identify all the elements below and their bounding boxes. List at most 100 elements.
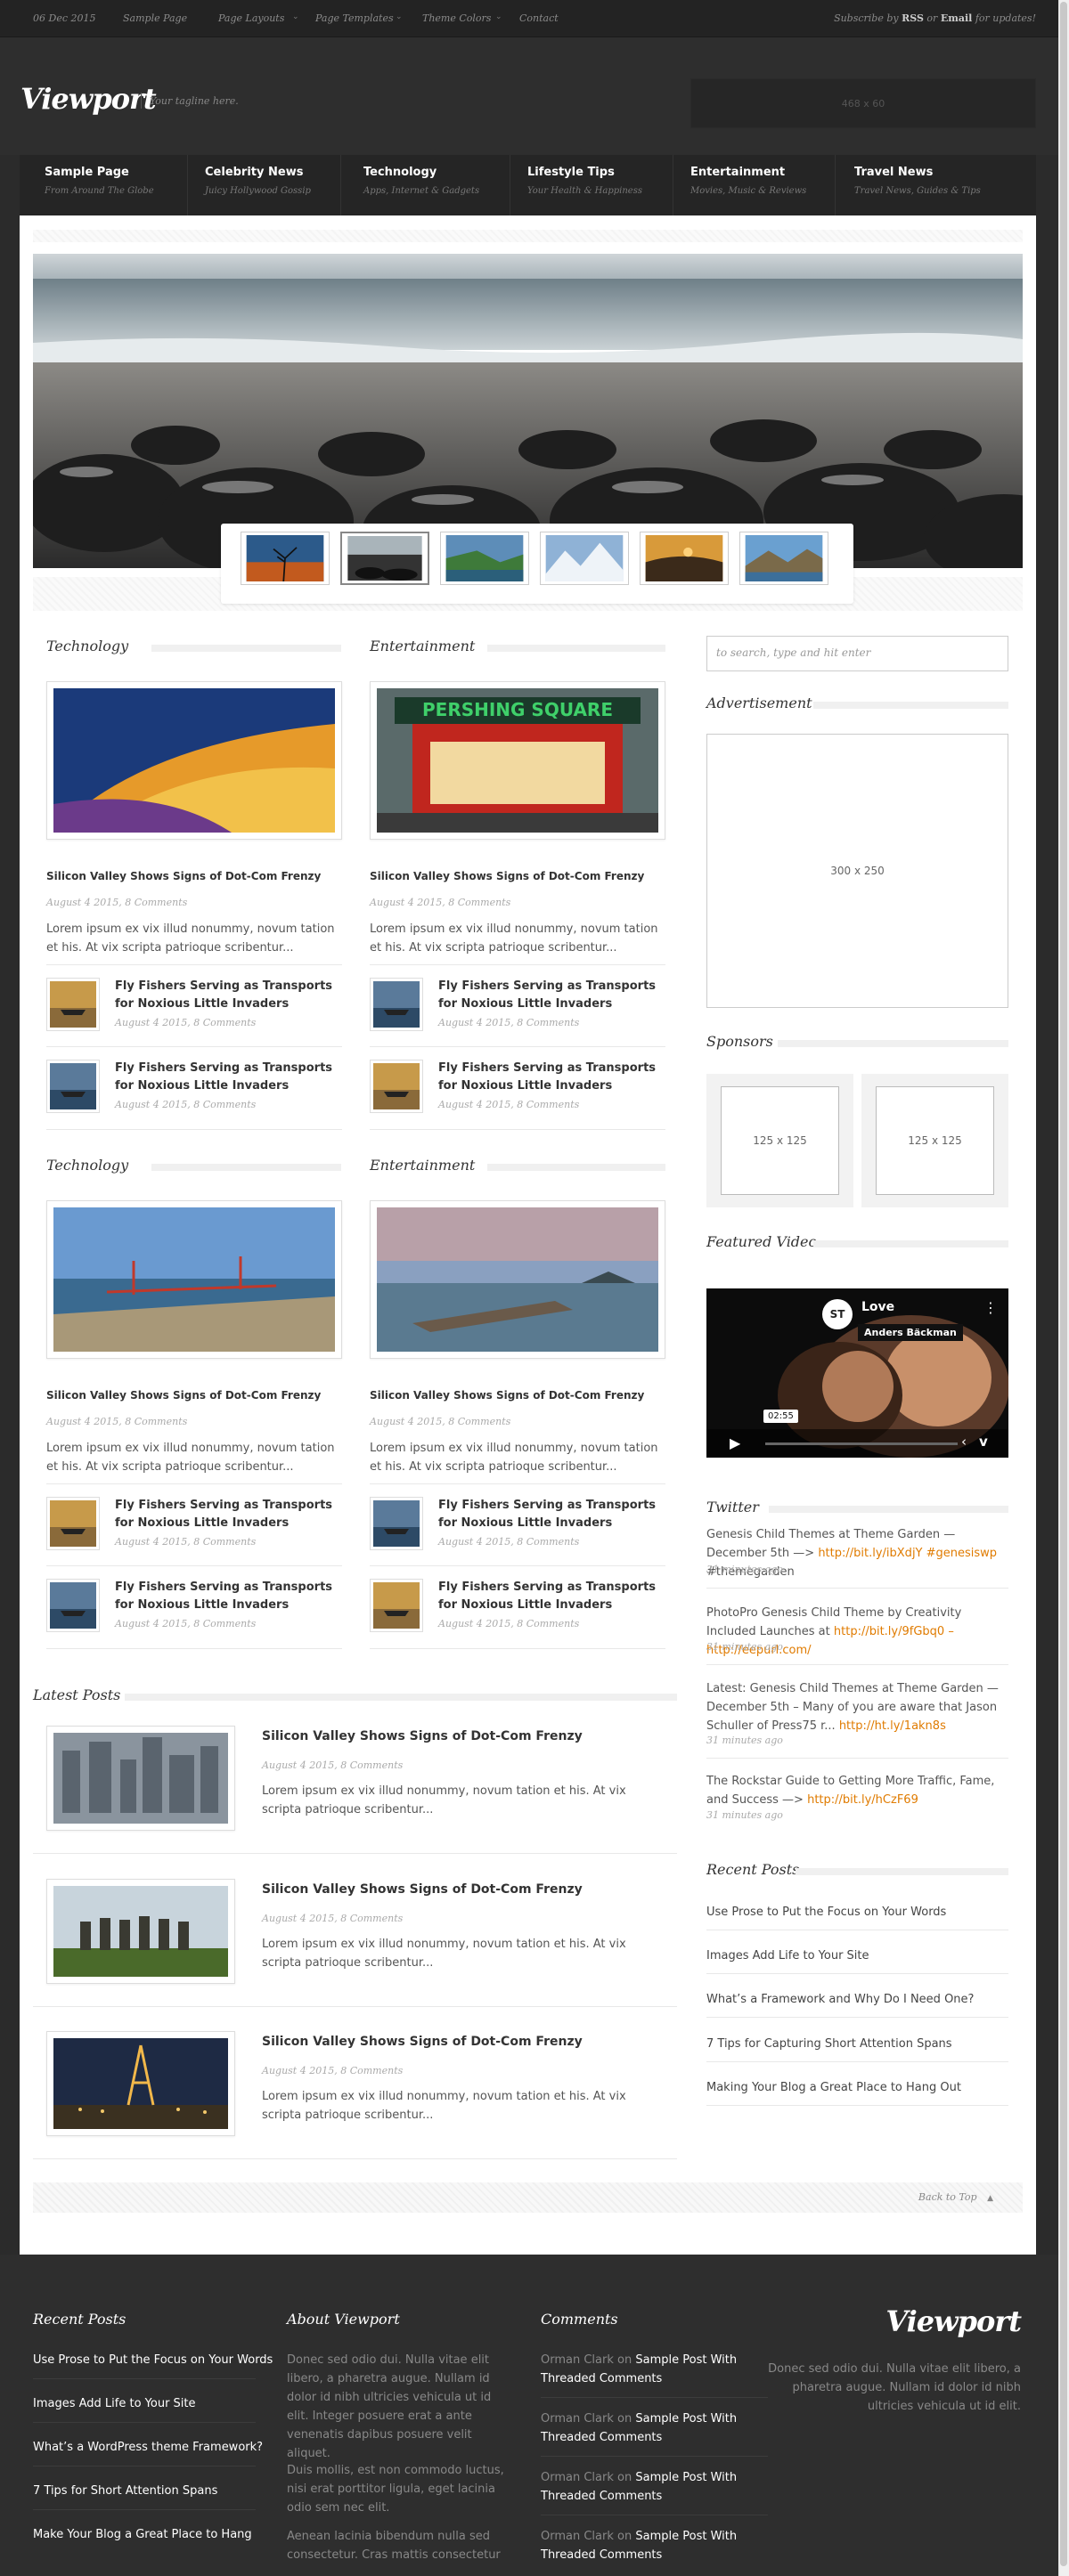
svg-text:PERSHING SQUARE: PERSHING SQUARE [422,699,613,720]
topmenu-page-templates[interactable]: Page Templates [315,12,394,24]
article-headline[interactable]: Silicon Valley Shows Signs of Dot-Com Fr… [370,870,644,882]
featured-image[interactable] [46,681,342,840]
item-title[interactable]: Fly Fishers Serving as Transports for No… [115,978,347,1013]
tweet-link[interactable]: http://bit.ly/hCzF69 [807,1793,918,1807]
nav-item-sample-page[interactable]: Sample Page From Around The Globe [45,155,154,215]
recent-post-link[interactable]: What’s a Framework and Why Do I Need One… [706,1993,974,2006]
post-title[interactable]: Silicon Valley Shows Signs of Dot-Com Fr… [262,1729,583,1743]
featured-image[interactable]: PERSHING SQUARE [370,681,665,840]
kiosk-image: PERSHING SQUARE [377,688,658,833]
post-image[interactable] [46,2031,235,2136]
footer-recent-link[interactable]: Images Add Life to Your Site [33,2397,196,2410]
article-excerpt: Lorem ipsum ex vix illud nonummy, novum … [370,1442,658,1474]
featured-video-player[interactable]: ST Love Anders Bäckman ⋮ 02:55 ▶ ‹ v [706,1288,1008,1458]
widget-title-advertisement: Advertisement [706,695,812,711]
footer-title-comments: Comments [541,2311,618,2328]
article-headline[interactable]: Silicon Valley Shows Signs of Dot-Com Fr… [370,1389,644,1402]
topmenu-page-layouts[interactable]: Page Layouts [218,12,284,24]
item-thumbnail[interactable] [46,1060,100,1113]
snow-image [545,535,624,581]
article-headline[interactable]: Silicon Valley Shows Signs of Dot-Com Fr… [46,870,321,882]
slider-thumb-5[interactable] [640,532,729,585]
post-image[interactable] [46,1879,235,1984]
item-thumbnail[interactable] [46,1579,100,1632]
item-title[interactable]: Fly Fishers Serving as Transports for No… [115,1497,347,1532]
item-thumbnail[interactable] [370,978,423,1031]
section-title-latest-posts: Latest Posts [33,1686,121,1703]
widget-title-sponsors: Sponsors [706,1033,773,1050]
recent-post-link[interactable]: Making Your Blog a Great Place to Hang O… [706,2081,961,2094]
video-title[interactable]: Love [861,1300,894,1314]
tweet-time: 31 minutes ago [706,1641,783,1653]
footer-logo[interactable]: Viewport [885,2304,1022,2338]
item-thumbnail[interactable] [370,1497,423,1550]
video-author[interactable]: Anders Bäckman [858,1324,963,1341]
item-thumbnail[interactable] [46,978,100,1031]
nav-item-entertainment[interactable]: Entertainment Movies, Music & Reviews [690,155,806,215]
topmenu-contact[interactable]: Contact [519,12,559,24]
subscribe-text: Subscribe by RSS or Email for updates! [834,12,1036,24]
tweet-link[interactable]: http://bit.ly/ibXdjY #genesiswp [818,1547,997,1560]
divider [33,2158,677,2159]
slider-thumb-3[interactable] [440,532,529,585]
top-bar: 06 Dec 2015 Sample Page Page Layouts ⌄ P… [0,0,1069,37]
tweet-link[interactable]: http://ht.ly/1akn8s [839,1719,946,1733]
divider [706,2061,1008,2062]
nav-item-lifestyle-tips[interactable]: Lifestyle Tips Your Health & Happiness [527,155,642,215]
item-thumbnail[interactable] [46,1497,100,1550]
scrollbar-thumb[interactable] [1060,2,1067,2566]
item-thumbnail[interactable] [370,1579,423,1632]
search-input[interactable]: to search, type and hit enter [706,636,1008,671]
page-scrollbar[interactable] [1058,0,1069,2576]
back-to-top-link[interactable]: Back to Top ▲ [918,2191,993,2203]
footer-recent-link[interactable]: 7 Tips for Short Attention Spans [33,2484,217,2498]
video-progress-bar[interactable] [765,1442,958,1445]
item-title[interactable]: Fly Fishers Serving as Transports for No… [438,1579,670,1614]
divider [370,1648,665,1649]
topmenu-theme-colors[interactable]: Theme Colors [422,12,491,24]
nav-item-technology[interactable]: Technology Apps, Internet & Gadgets [363,155,479,215]
post-title[interactable]: Silicon Valley Shows Signs of Dot-Com Fr… [262,2035,583,2049]
slider-thumb-4[interactable] [540,532,629,585]
share-icon[interactable]: ‹ [961,1434,967,1450]
hero-beach-image [33,254,1023,568]
recent-post-link[interactable]: Images Add Life to Your Site [706,1949,869,1962]
featured-image[interactable] [46,1200,342,1359]
slider-thumb-1[interactable] [241,532,330,585]
item-thumbnail[interactable] [370,1060,423,1113]
channel-avatar[interactable]: ST [822,1299,853,1329]
featured-slider[interactable] [33,254,1023,568]
footer-recent-link[interactable]: Use Prose to Put the Focus on Your Words [33,2353,273,2367]
featured-image[interactable] [370,1200,665,1359]
post-title[interactable]: Silicon Valley Shows Signs of Dot-Com Fr… [262,1882,583,1897]
slider-thumb-2[interactable] [340,532,429,585]
sponsor-ad-2[interactable]: 125 x 125 [876,1086,994,1195]
vimeo-logo-icon[interactable]: v [979,1434,988,1450]
play-icon[interactable]: ▶ [730,1434,740,1451]
article-headline[interactable]: Silicon Valley Shows Signs of Dot-Com Fr… [46,1389,321,1402]
item-title[interactable]: Fly Fishers Serving as Transports for No… [438,978,670,1013]
item-title[interactable]: Fly Fishers Serving as Transports for No… [438,1497,670,1532]
recent-post-link[interactable]: 7 Tips for Capturing Short Attention Spa… [706,2037,952,2051]
sidebar-ad-300x250[interactable]: 300 x 250 [706,734,1008,1008]
site-logo[interactable]: Viewport [20,82,157,116]
item-title[interactable]: Fly Fishers Serving as Transports for No… [115,1579,347,1614]
nav-item-travel-news[interactable]: Travel News Travel News, Guides & Tips [854,155,981,215]
item-title[interactable]: Fly Fishers Serving as Transports for No… [115,1060,347,1095]
topmenu-sample-page[interactable]: Sample Page [123,12,187,24]
sponsor-ad-1[interactable]: 125 x 125 [721,1086,839,1195]
more-options-icon[interactable]: ⋮ [983,1299,998,1316]
email-link[interactable]: Email [941,12,973,24]
footer-recent-link[interactable]: Make Your Blog a Great Place to Hang [33,2528,252,2541]
rss-link[interactable]: RSS [902,12,924,24]
recent-post-link[interactable]: Use Prose to Put the Focus on Your Words [706,1906,946,1919]
slider-thumb-6[interactable] [739,532,828,585]
footer-recent-link[interactable]: What’s a WordPress theme Framework? [33,2441,263,2454]
item-title[interactable]: Fly Fishers Serving as Transports for No… [438,1060,670,1095]
lake-boat-image [373,1582,420,1629]
tweet-time: 31 minutes ago [706,1564,783,1575]
header-ad-banner[interactable]: 468 x 60 [690,78,1036,128]
divider [46,1483,342,1484]
post-image[interactable] [46,1726,235,1831]
nav-item-celebrity-news[interactable]: Celebrity News Juicy Hollywood Gossip [205,155,311,215]
